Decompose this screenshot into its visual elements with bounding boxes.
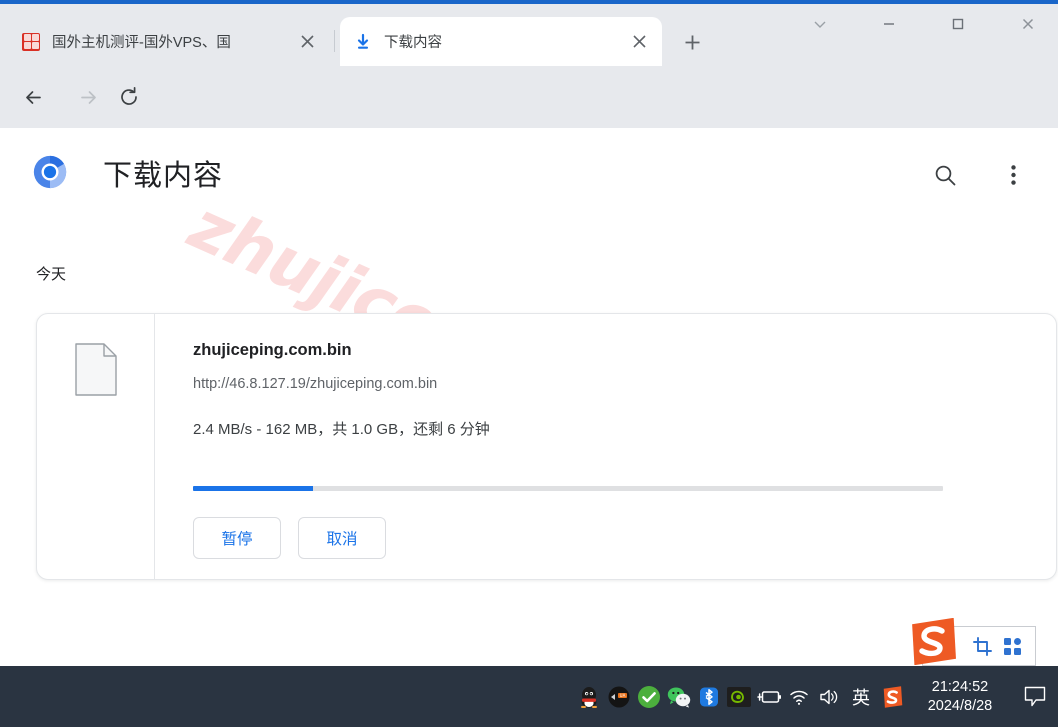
- volume-icon[interactable]: [814, 666, 844, 727]
- screenshot-toolbar[interactable]: [912, 618, 1036, 666]
- clock-date: 2024/8/28: [927, 697, 993, 714]
- close-icon[interactable]: [626, 29, 652, 55]
- download-filename[interactable]: zhujiceping.com.bin: [193, 341, 1056, 360]
- section-label-today: 今天: [36, 266, 67, 283]
- crop-icon[interactable]: [967, 631, 997, 661]
- download-arrow-icon: [354, 33, 372, 51]
- chromium-logo: [33, 155, 67, 189]
- close-icon[interactable]: [294, 29, 320, 55]
- green-check-icon[interactable]: [634, 666, 664, 727]
- download-url: http://46.8.127.19/zhujiceping.com.bin: [193, 376, 438, 392]
- reload-icon[interactable]: [113, 81, 145, 113]
- sogou-s-logo[interactable]: [908, 618, 960, 665]
- grid-icon[interactable]: [997, 631, 1027, 661]
- nvidia-icon[interactable]: [724, 666, 754, 727]
- tab-separator: [334, 30, 335, 52]
- wifi-icon[interactable]: [784, 666, 814, 727]
- wechat-icon[interactable]: [664, 666, 694, 727]
- download-progress-fill: [193, 486, 313, 491]
- ime-indicator[interactable]: 英: [844, 666, 878, 727]
- download-status: 2.4 MB/s - 162 MB，共 1.0 GB，还剩 6 分钟: [193, 421, 490, 438]
- generic-file-icon: [74, 343, 117, 396]
- bluetooth-icon[interactable]: [694, 666, 724, 727]
- clock-time: 21:24:52: [931, 678, 989, 695]
- browser-toolbar: Chromium chrome://downloads: [0, 66, 1058, 183]
- new-tab-button[interactable]: [678, 28, 706, 56]
- tab-title: 国外主机测评-国外VPS、国: [52, 35, 231, 51]
- download-item-card[interactable]: zhujiceping.com.bin http://46.8.127.19/z…: [36, 313, 1057, 580]
- back-arrow-icon[interactable]: [17, 81, 49, 113]
- tab-site[interactable]: 国外主机测评-国外VPS、国: [8, 17, 330, 66]
- system-tray: UA 英 21:24:52 2024/8/28: [574, 666, 1058, 727]
- cancel-button[interactable]: 取消: [298, 517, 386, 559]
- svg-text:UA: UA: [620, 693, 626, 698]
- page-title: 下载内容: [103, 160, 224, 192]
- close-icon[interactable]: [1003, 4, 1053, 44]
- download-progress-bar: [193, 486, 943, 491]
- pause-button[interactable]: 暂停: [193, 517, 281, 559]
- black-badge-icon[interactable]: UA: [604, 666, 634, 727]
- qq-penguin-icon[interactable]: [574, 666, 604, 727]
- three-dot-menu-icon[interactable]: [996, 158, 1030, 192]
- tab-downloads[interactable]: 下载内容: [340, 17, 662, 66]
- sogou-input-icon[interactable]: [878, 666, 908, 727]
- file-icon-column: [37, 314, 155, 579]
- minimize-icon[interactable]: [864, 4, 914, 44]
- notification-icon[interactable]: [1012, 666, 1058, 727]
- maximize-icon[interactable]: [933, 4, 983, 44]
- forward-arrow-icon: [72, 81, 104, 113]
- windows-taskbar: UA 英 21:24:52 2024/8/28: [0, 666, 1058, 727]
- taskbar-clock[interactable]: 21:24:52 2024/8/28: [908, 666, 1012, 727]
- chevron-down-icon[interactable]: [795, 4, 845, 44]
- search-icon[interactable]: [928, 158, 962, 192]
- battery-charging-icon[interactable]: [754, 666, 784, 727]
- site-red-icon: [22, 32, 40, 51]
- download-actions: 暂停 取消: [193, 517, 386, 559]
- tab-title: 下载内容: [384, 35, 442, 51]
